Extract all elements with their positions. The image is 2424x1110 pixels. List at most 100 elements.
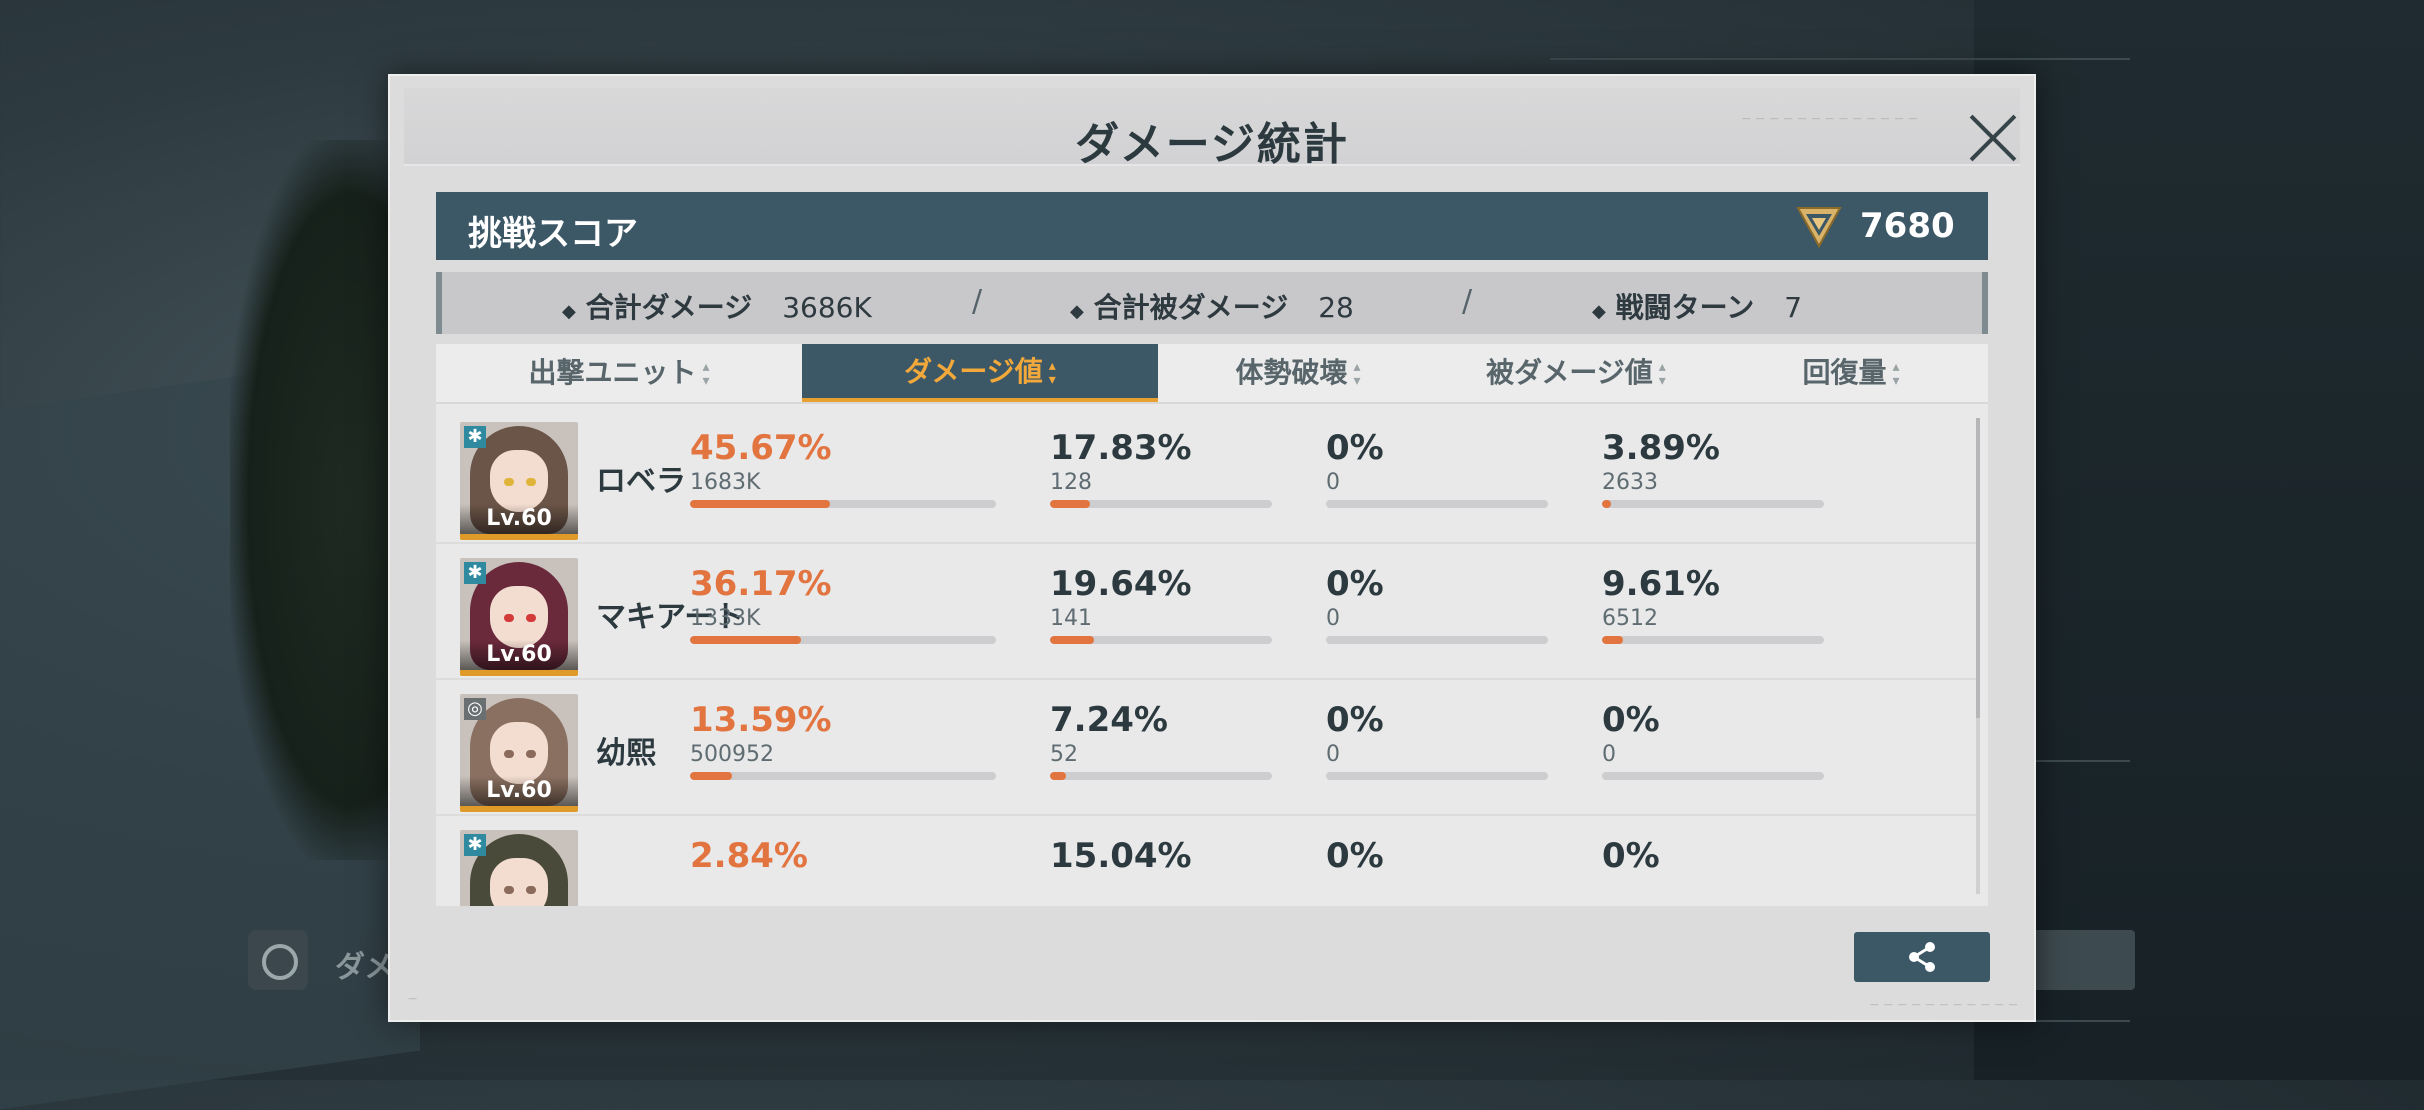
summary-value: 3686K: [782, 291, 872, 324]
taken-percent: 0%: [1326, 428, 1384, 468]
heal-bar: [1602, 636, 1824, 644]
summary-value: 28: [1318, 291, 1354, 324]
background-line: [1550, 58, 2130, 60]
unit-name: ロベラ: [596, 464, 686, 499]
unit-avatar[interactable]: ✱ Lv.60: [460, 558, 578, 676]
avatar-eye: [526, 750, 536, 758]
heal-cell: 0%: [1602, 834, 1660, 878]
unit-avatar[interactable]: ✱ Lv.60: [460, 422, 578, 540]
header-decoration: — — — — — — — — — — — — —: [1742, 114, 1919, 124]
damage-percent: 2.84%: [690, 836, 808, 876]
column-header-heal[interactable]: 回復量 ▴ ▾: [1714, 344, 1988, 402]
break-percent: 7.24%: [1050, 700, 1168, 740]
column-header-unit[interactable]: 出撃ユニット ▴ ▾: [436, 344, 802, 402]
unit-avatar[interactable]: ◎ Lv.60: [460, 694, 578, 812]
break-value: 128: [1050, 470, 1092, 495]
break-percent: 17.83%: [1050, 428, 1192, 468]
heal-bar-fill: [1602, 500, 1611, 508]
summary-value: 7: [1784, 291, 1803, 324]
avatar-eye: [526, 478, 536, 486]
snowflake-icon: ✱: [464, 426, 486, 448]
heal-percent: 0%: [1602, 700, 1660, 740]
heal-value: 0: [1602, 742, 1616, 767]
avatar-eye: [504, 614, 514, 622]
damage-value: 500952: [690, 742, 774, 767]
break-bar: [1050, 772, 1272, 780]
background-settings-icon: [248, 930, 308, 990]
sort-icon: ▴ ▾: [1658, 359, 1666, 389]
damage-percent: 45.67%: [690, 428, 832, 468]
table-row[interactable]: ✱ Lv.60 ロベラ 45.67% 1683K 17.83% 128 0% 0 3.89% 263…: [436, 408, 1976, 544]
break-cell: 17.83% 128: [1050, 426, 1192, 496]
break-cell: 7.24% 52: [1050, 698, 1168, 768]
damage-value: 1683K: [690, 470, 761, 495]
heal-bar-fill: [1602, 636, 1624, 644]
heal-percent: 9.61%: [1602, 564, 1720, 604]
break-value: 141: [1050, 606, 1092, 631]
unit-avatar[interactable]: ✱: [460, 830, 578, 906]
table-row[interactable]: ✱ Lv.60 マキアート 36.17% 1333K 19.64% 141 0% 0 9.61% 6…: [436, 544, 1976, 680]
column-header-damage[interactable]: ダメージ値 ▴ ▾: [802, 344, 1158, 402]
damage-table: 出撃ユニット ▴ ▾ ダメージ値 ▴ ▾ 体勢破壊 ▴ ▾ 被ダメージ値 ▴ ▾ 回復量 ▴ ▾ ✱…: [436, 344, 1988, 906]
damage-value: 1333K: [690, 606, 761, 631]
share-button[interactable]: [1854, 932, 1990, 982]
diamond-icon: ◆: [1070, 301, 1084, 322]
background-label: ダメ: [335, 950, 395, 985]
heal-bar: [1602, 772, 1824, 780]
column-header-damage-taken[interactable]: 被ダメージ値 ▴ ▾: [1438, 344, 1714, 402]
table-header: 出撃ユニット ▴ ▾ ダメージ値 ▴ ▾ 体勢破壊 ▴ ▾ 被ダメージ値 ▴ ▾ 回復量 ▴ ▾: [436, 344, 1988, 404]
taken-value: 0: [1326, 470, 1340, 495]
summary-separator: /: [1462, 284, 1473, 319]
scrollbar-thumb[interactable]: [1976, 418, 1980, 718]
break-bar-fill: [1050, 500, 1090, 508]
taken-percent: 0%: [1326, 564, 1384, 604]
damage-cell: 45.67% 1683K: [690, 426, 832, 496]
break-cell: 19.64% 141: [1050, 562, 1192, 632]
column-header-break[interactable]: 体勢破壊 ▴ ▾: [1158, 344, 1438, 402]
summary-total-damage-taken: ◆ 合計被ダメージ 28: [1070, 286, 1354, 326]
background-right: [1974, 0, 2424, 1080]
damage-cell: 2.84%: [690, 834, 808, 878]
snowflake-icon: ✱: [464, 834, 486, 856]
avatar-eye: [526, 886, 536, 894]
snowflake-icon: ✱: [464, 562, 486, 584]
taken-percent: 0%: [1326, 836, 1384, 876]
score-value: 7680: [1860, 206, 1955, 246]
break-percent: 19.64%: [1050, 564, 1192, 604]
damage-stats-dialog: ダメージ統計 — — — — — — — — — — — — — 挑戦スコア 7…: [388, 74, 2036, 1022]
heal-percent: 0%: [1602, 836, 1660, 876]
damage-percent: 13.59%: [690, 700, 832, 740]
share-icon: [1909, 942, 1935, 972]
table-row[interactable]: ✱ 2.84% 15.04% 0% 0%: [436, 816, 1976, 906]
avatar-eye: [526, 614, 536, 622]
sort-icon: ▴ ▾: [1353, 359, 1361, 389]
damage-bar: [690, 500, 996, 508]
damage-bar-fill: [690, 772, 732, 780]
break-bar-fill: [1050, 636, 1094, 644]
taken-bar: [1326, 772, 1548, 780]
summary-battle-turns: ◆ 戦闘ターン 7: [1592, 286, 1802, 326]
taken-cell: 0% 0: [1326, 562, 1384, 632]
avatar-face: [490, 722, 548, 784]
heal-cell: 3.89% 2633: [1602, 426, 1720, 496]
scrollbar[interactable]: [1976, 418, 1980, 894]
taken-value: 0: [1326, 742, 1340, 767]
diamond-icon: ◆: [1592, 301, 1606, 322]
damage-percent: 36.17%: [690, 564, 832, 604]
heal-percent: 3.89%: [1602, 428, 1720, 468]
unit-level: Lv.60: [460, 640, 578, 670]
close-icon[interactable]: [1966, 112, 2018, 164]
summary-separator: /: [972, 284, 983, 319]
unit-level: Lv.60: [460, 504, 578, 534]
damage-bar-fill: [690, 500, 830, 508]
table-row[interactable]: ◎ Lv.60 幼熙 13.59% 500952 7.24% 52 0% 0 0% 0: [436, 680, 1976, 816]
damage-cell: 36.17% 1333K: [690, 562, 832, 632]
break-bar: [1050, 636, 1272, 644]
taken-percent: 0%: [1326, 700, 1384, 740]
score-label: 挑戦スコア: [468, 214, 638, 254]
summary-label: 合計ダメージ: [585, 291, 753, 324]
heal-value: 6512: [1602, 606, 1658, 631]
table-body: ✱ Lv.60 ロベラ 45.67% 1683K 17.83% 128 0% 0 3.89% 263…: [436, 408, 1976, 906]
heal-value: 2633: [1602, 470, 1658, 495]
damage-bar: [690, 636, 996, 644]
